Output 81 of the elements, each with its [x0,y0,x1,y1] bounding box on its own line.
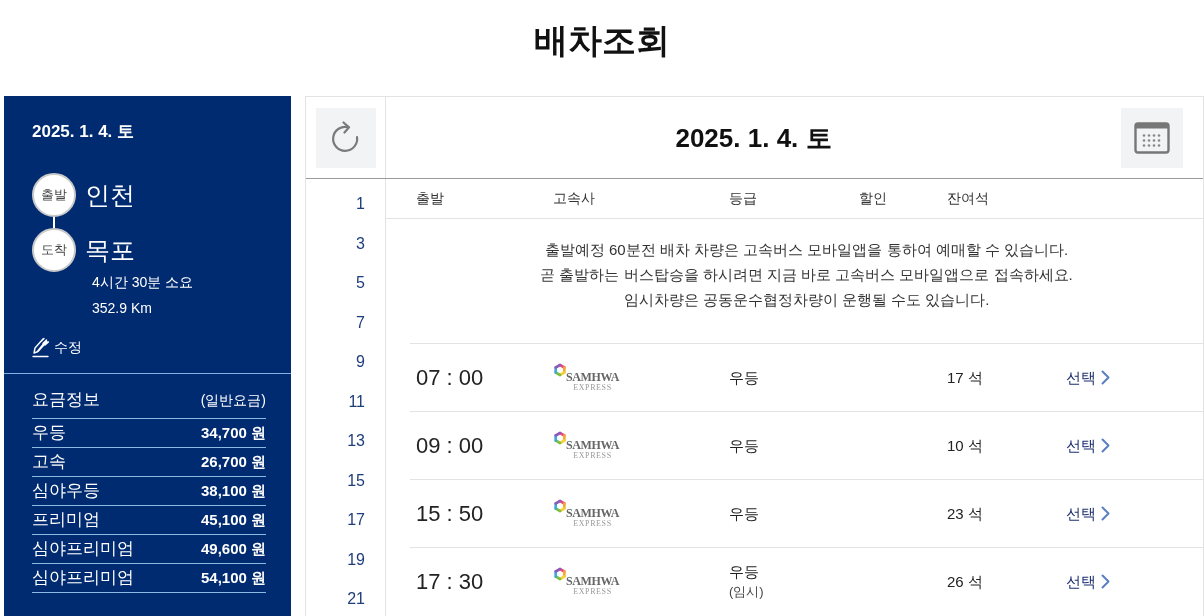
hour-label: 17 [347,510,365,530]
company-logo-text: SAMHWA [566,574,619,587]
remaining-seats: 26 석 [947,571,983,592]
company-logo-subtitle: EXPRESS [573,586,612,596]
notice-text: 임시차량은 공동운수협정차량이 운행될 수도 있습니다. [623,290,990,310]
edit-button[interactable]: 수정 [32,336,82,358]
company-logo-text: SAMHWA [566,506,619,519]
fare-grade: 심야프리미엄 [32,538,134,560]
logo-ring-icon [553,498,567,513]
fare-grade: 심야프리미엄 [32,567,134,589]
schedule-date: 2025. 1. 4. 토 [675,121,832,154]
departure-city: 인천 [85,180,135,210]
select-link[interactable]: 선택 [1066,435,1110,456]
chevron-right-icon [1101,438,1110,453]
calendar-icon [1134,121,1170,154]
fare-price: 26,700 원 [200,452,266,472]
departure-time: 17 : 30 [416,567,484,596]
arrival-badge: 도착 [32,228,76,272]
hour-label: 7 [356,312,365,333]
company-logo-subtitle: EXPRESS [573,518,612,528]
notice-text: 출발예정 60분전 배차 차량은 고속버스 모바일앱을 통하여 예매할 수 있습니다. [544,240,1069,260]
column-header: 고속사 [553,189,595,208]
fare-price: 54,100 원 [200,568,266,588]
chevron-right-icon [1101,370,1110,385]
select-link[interactable]: 선택 [1066,571,1110,592]
hour-label: 3 [356,233,365,254]
remaining-seats: 17 석 [947,367,983,388]
hour-label: 13 [347,431,365,451]
fare-grade: 고속 [32,451,66,473]
travel-duration: 4시간 30분 소요 [92,273,194,292]
remaining-seats: 10 석 [947,435,983,456]
logo-ring-icon [553,362,567,377]
chevron-right-icon [1101,506,1110,521]
select-link[interactable]: 선택 [1066,367,1110,388]
company-logo-text: SAMHWA [566,370,619,383]
notice-text: 곧 출발하는 버스탑승을 하시려면 지금 바로 고속버스 모바일앱으로 접속하세요. [540,265,1073,285]
remaining-seats: 23 석 [947,503,983,524]
fare-grade: 우등 [32,422,66,444]
calendar-button[interactable] [1121,107,1183,168]
fare-grade: 심야우등 [32,480,100,502]
grade-note: (임시) [729,582,764,601]
travel-distance: 352.9 Km [92,299,152,318]
hour-label: 5 [356,273,365,293]
company-logo-subtitle: EXPRESS [573,450,612,460]
column-header: 출발 [416,189,444,208]
refresh-icon [330,120,361,155]
bus-grade: 우등 [729,561,759,582]
company-logo-subtitle: EXPRESS [573,382,612,392]
fare-price: 38,100 원 [200,481,266,501]
fare-price: 49,600 원 [200,539,266,559]
departure-time: 07 : 00 [416,363,484,392]
departure-time: 09 : 00 [416,431,484,460]
pencil-icon [32,336,50,358]
select-link[interactable]: 선택 [1066,503,1110,524]
hour-label: 21 [347,589,365,609]
fare-heading: 요금정보 [32,388,100,411]
bus-grade: 우등 [729,435,759,456]
logo-ring-icon [553,430,567,445]
hour-label: 9 [356,352,365,372]
hour-label: 1 [356,194,365,214]
logo-ring-icon [553,566,567,581]
column-header: 잔여석 [947,189,989,208]
trip-date: 2025. 1. 4. 토 [32,121,135,143]
hour-label: 11 [348,391,365,412]
departure-time: 15 : 50 [416,499,484,528]
column-header: 할인 [859,189,887,208]
bus-grade: 우등 [729,367,759,388]
page-title: 배차조회 [534,20,670,61]
departure-badge: 출발 [32,173,76,217]
bus-grade: 우등 [729,503,759,524]
column-header: 등급 [729,189,757,208]
refresh-button[interactable] [315,107,376,168]
fare-price: 34,700 원 [200,423,266,443]
fare-price: 45,100 원 [200,510,266,530]
fare-note: (일반요금) [200,390,266,410]
company-logo-text: SAMHWA [566,438,619,451]
hour-label: 19 [347,549,365,570]
arrival-city: 목포 [85,235,135,265]
chevron-right-icon [1101,574,1110,589]
hour-label: 15 [347,470,365,491]
fare-grade: 프리미엄 [32,509,100,531]
